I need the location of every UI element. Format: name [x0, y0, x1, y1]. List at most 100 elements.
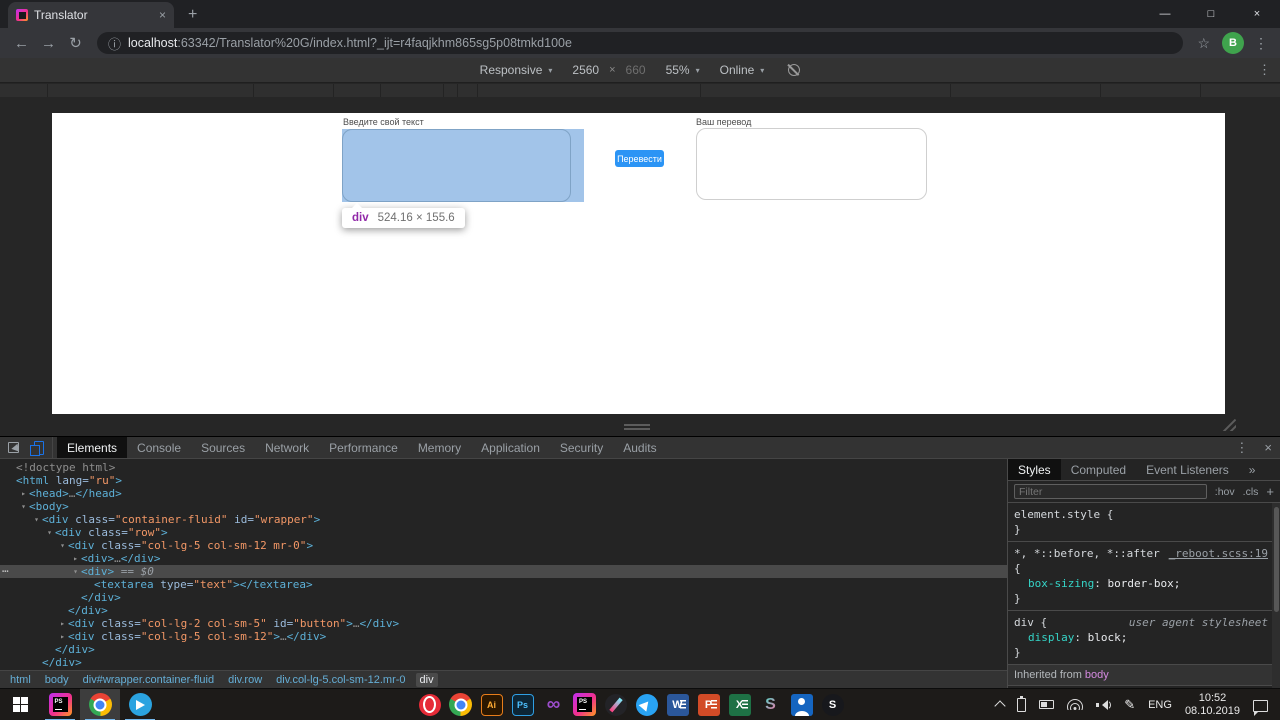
source-textarea[interactable] [342, 129, 571, 202]
sidebar-tab--[interactable]: » [1239, 459, 1266, 480]
tablet-mode-icon[interactable] [1039, 700, 1055, 709]
browser-tab[interactable]: Translator × [8, 2, 174, 28]
taskbar-phpstorm-button[interactable]: PS [40, 689, 80, 720]
inspect-element-icon[interactable] [8, 442, 19, 453]
dom-tree-row[interactable]: ▾ <div class="container-fluid" id="wrappe… [0, 513, 1007, 526]
taskbar-photoshop-button[interactable]: Ps [507, 689, 538, 720]
styles-filter-input[interactable] [1014, 484, 1207, 499]
taskbar-community-button[interactable] [786, 689, 817, 720]
devtools-tab-audits[interactable]: Audits [613, 437, 666, 458]
breadcrumb-item[interactable]: div [415, 672, 438, 687]
breadcrumb-item[interactable]: div.row [224, 673, 266, 687]
collapsed-arrow-icon[interactable]: ▸ [70, 552, 81, 565]
devtools-tab-network[interactable]: Network [255, 437, 319, 458]
dom-tree-row[interactable]: ▸ <div>…</div> [0, 552, 1007, 565]
expanded-arrow-icon[interactable]: ▾ [44, 526, 55, 539]
dom-tree-row[interactable]: ▸ <div class="col-lg-5 col-sm-12">…</div> [0, 630, 1007, 643]
window-minimize-button[interactable]: — [1142, 0, 1188, 28]
dom-tree-row[interactable]: <!doctype html> [0, 461, 1007, 474]
window-close-button[interactable]: × [1234, 0, 1280, 28]
styles-scrollbar[interactable] [1272, 503, 1280, 688]
expanded-arrow-icon[interactable]: ▾ [18, 500, 29, 513]
cls-toggle[interactable]: .cls [1243, 486, 1259, 498]
device-toolbar-toggle-icon[interactable] [30, 440, 44, 456]
taskbar-clock[interactable]: 10:52 08.10.2019 [1185, 692, 1240, 718]
battery-icon[interactable] [1017, 695, 1027, 712]
site-info-icon[interactable]: ⓘ [108, 34, 121, 53]
new-tab-button[interactable]: + [188, 7, 197, 23]
devtools-tab-performance[interactable]: Performance [319, 437, 408, 458]
keyboard-language[interactable]: ENG [1148, 699, 1172, 711]
sidebar-tab-event-listeners[interactable]: Event Listeners [1136, 459, 1239, 480]
taskbar-powerpoint-button[interactable]: P [693, 689, 724, 720]
reload-button[interactable]: ↻ [62, 34, 89, 52]
viewport-height-input[interactable]: 660 [626, 63, 646, 77]
volume-icon[interactable] [1096, 699, 1112, 711]
translation-textarea[interactable] [696, 128, 927, 200]
dom-tree-row[interactable]: ▸ <div class="col-lg-2 col-sm-5" id="butt… [0, 617, 1007, 630]
taskbar-word-button[interactable]: W [662, 689, 693, 720]
dom-tree-row[interactable]: ▾ <div class="row"> [0, 526, 1007, 539]
expanded-arrow-icon[interactable]: ▾ [70, 565, 81, 578]
devtools-menu-icon[interactable]: ⋮ [1235, 440, 1248, 456]
devtools-tab-console[interactable]: Console [127, 437, 191, 458]
window-maximize-button[interactable]: □ [1188, 0, 1234, 28]
tab-close-icon[interactable]: × [159, 8, 166, 22]
collapsed-arrow-icon[interactable]: ▸ [18, 487, 29, 500]
dom-tree-row[interactable]: … ▾ <div> == $0 [0, 562, 1007, 578]
device-toolbar-menu-icon[interactable]: ⋮ [1258, 62, 1271, 78]
dom-tree-row[interactable]: ▾ <div class="col-lg-5 col-sm-12 mr-0"> [0, 539, 1007, 552]
media-query-bar[interactable] [0, 84, 1280, 97]
taskbar-navigator-button[interactable] [631, 689, 662, 720]
dom-tree-row[interactable]: </div> [0, 591, 1007, 604]
taskbar-illustrator-button[interactable]: Ai [476, 689, 507, 720]
taskbar-chrome-pinned-button[interactable] [445, 689, 476, 720]
devtools-tab-application[interactable]: Application [471, 437, 550, 458]
devtools-close-icon[interactable]: × [1264, 440, 1272, 455]
wifi-icon[interactable] [1067, 699, 1084, 710]
inherited-body-link[interactable]: body [1085, 669, 1109, 681]
forward-button[interactable]: → [35, 35, 62, 52]
start-button[interactable] [0, 689, 40, 720]
viewport-width-input[interactable]: 2560 [572, 63, 599, 77]
devtools-tab-sources[interactable]: Sources [191, 437, 255, 458]
taskbar-excel-button[interactable]: X [724, 689, 755, 720]
tray-overflow-chevron-icon[interactable] [994, 700, 1006, 712]
taskbar-visual-studio-button[interactable]: ∞ [538, 689, 569, 720]
address-bar[interactable]: ⓘ localhost:63342/Translator%20G/index.h… [97, 32, 1184, 54]
sidebar-tab-styles[interactable]: Styles [1008, 459, 1061, 480]
zoom-dropdown[interactable]: 55% ▾ [666, 63, 700, 77]
taskbar-paint-button[interactable] [600, 689, 631, 720]
new-style-rule-button[interactable]: + [1266, 484, 1274, 499]
dom-tree-row[interactable]: </div> [0, 656, 1007, 669]
devtools-tab-elements[interactable]: Elements [57, 437, 128, 458]
expanded-arrow-icon[interactable]: ▾ [31, 513, 42, 526]
taskbar-opera-button[interactable] [414, 689, 445, 720]
action-center-icon[interactable] [1253, 699, 1268, 716]
collapsed-arrow-icon[interactable]: ▸ [57, 630, 68, 643]
dom-tree-row[interactable]: ▾ <body> [0, 500, 1007, 513]
viewport-resize-handle[interactable] [624, 424, 650, 432]
dom-tree-row[interactable]: </div> [0, 643, 1007, 656]
taskbar-telegram-button[interactable] [120, 689, 160, 720]
taskbar-shape-s-button[interactable]: S [755, 689, 786, 720]
breadcrumb-item[interactable]: body [41, 673, 73, 687]
breadcrumb-item[interactable]: div#wrapper.container-fluid [79, 673, 218, 687]
devtools-tab-security[interactable]: Security [550, 437, 613, 458]
devtools-tab-memory[interactable]: Memory [408, 437, 471, 458]
throttling-dropdown[interactable]: Online ▾ [720, 63, 765, 77]
windows-ink-pen-icon[interactable]: ✎ [1124, 698, 1135, 711]
dom-tree-row[interactable]: <html lang="ru"> [0, 474, 1007, 487]
profile-avatar[interactable]: B [1222, 32, 1244, 54]
css-property[interactable]: display: block; [1014, 630, 1272, 645]
browser-menu-icon[interactable]: ⋮ [1254, 35, 1268, 52]
css-property[interactable]: box-sizing: border-box; [1014, 576, 1272, 591]
sidebar-tab-computed[interactable]: Computed [1061, 459, 1136, 480]
back-button[interactable]: ← [8, 35, 35, 52]
rotate-viewport-icon[interactable] [788, 64, 801, 76]
dom-tree-row[interactable]: <textarea type="text"></textarea> [0, 578, 1007, 591]
device-type-dropdown[interactable]: Responsive ▾ [480, 63, 553, 77]
stylesheet-link[interactable]: _reboot.scss:19 [1169, 546, 1268, 561]
taskbar-chrome-button[interactable] [80, 688, 120, 720]
dom-tree-row[interactable]: ▸ <head>…</head> [0, 487, 1007, 500]
